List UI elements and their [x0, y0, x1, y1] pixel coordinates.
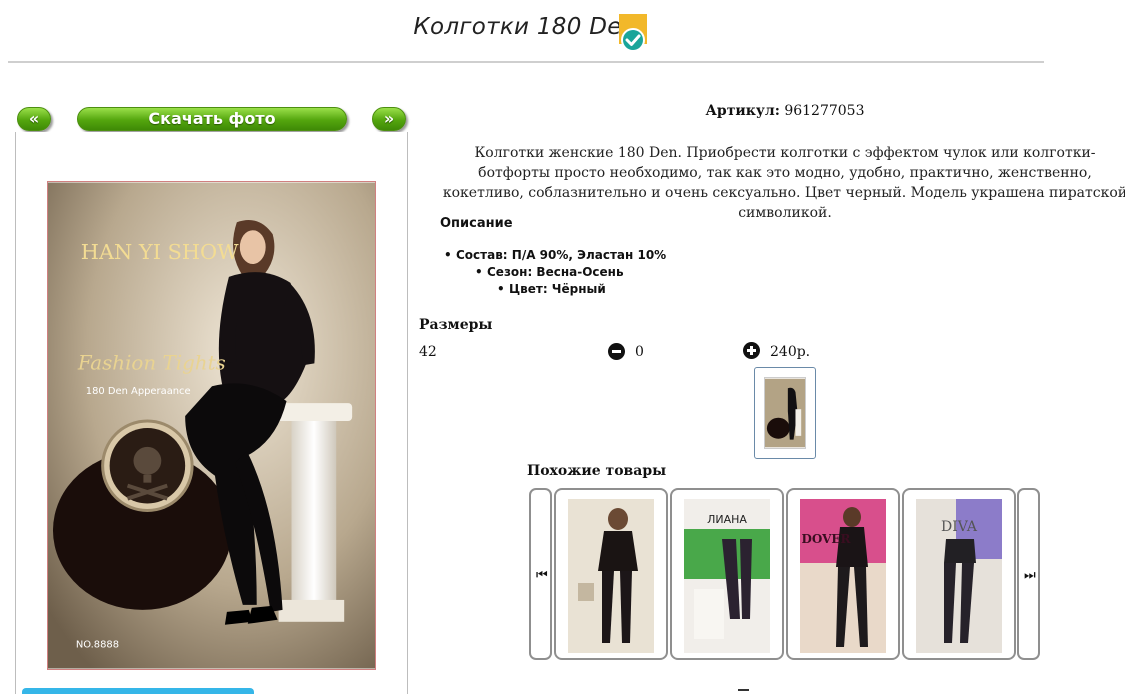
sku-line: Артикул: 961277053 [630, 103, 940, 119]
page-title-wrap: Колготки 180 Den [0, 14, 1050, 40]
spec-season: Сезон: Весна-Осень [475, 265, 624, 279]
sizes-heading: Размеры [419, 317, 493, 333]
spec-color: Цвет: Чёрный [497, 282, 606, 296]
price-value: 240р. [770, 344, 811, 360]
skip-back-icon: ⏮ [536, 568, 548, 583]
page-title: Колготки 180 Den [413, 14, 637, 40]
similar-brand-label: DOVER [801, 532, 851, 546]
size-value: 42 [419, 344, 437, 360]
sku-label: Артикул: [705, 103, 780, 119]
footer-mark [738, 689, 749, 691]
next-photo-button[interactable]: » [372, 107, 406, 131]
photo-tagline: Fashion Tights [77, 351, 226, 374]
increase-quantity-icon[interactable] [743, 342, 760, 359]
similar-product-image [568, 499, 654, 653]
similar-heading: Похожие товары [527, 463, 667, 479]
similar-brand-label: DIVA [941, 519, 978, 535]
similar-product-image: DOVER [800, 499, 886, 653]
photo-brand: HAN YI SHOW [81, 240, 239, 264]
quantity-value: 0 [635, 344, 644, 360]
skip-forward-icon: ⏭ [1024, 568, 1036, 583]
product-description: Колготки женские 180 Den. Приобрести кол… [442, 145, 1125, 221]
title-divider [8, 61, 1044, 63]
thumbnail-image [764, 377, 806, 449]
photo-density: 180 Den Apperaance [86, 386, 191, 397]
similar-product-image: DIVA [916, 499, 1002, 653]
similar-product-card[interactable]: DOVER [786, 488, 900, 660]
similar-product-card[interactable] [554, 488, 668, 660]
prev-photo-button[interactable]: « [17, 107, 51, 131]
bottom-tab-strip[interactable] [22, 688, 254, 694]
decrease-quantity-icon[interactable] [608, 343, 625, 360]
download-photo-button[interactable]: Скачать фото [77, 107, 347, 131]
photo-model-no: NO.8888 [76, 640, 119, 651]
photo-thumbnail[interactable] [754, 367, 816, 459]
product-photo[interactable]: HAN YI SHOW Fashion Tights 180 Den Apper… [47, 181, 376, 670]
carousel-next-button[interactable]: ⏭ [1017, 488, 1040, 660]
similar-product-card[interactable]: DIVA [902, 488, 1016, 660]
carousel-prev-button[interactable]: ⏮ [529, 488, 552, 660]
verified-check-icon [619, 14, 647, 52]
sku-value: 961277053 [784, 103, 865, 119]
spec-composition: Состав: П/А 90%, Эластан 10% [444, 248, 666, 262]
similar-product-card[interactable]: ЛИАНА [670, 488, 784, 660]
similar-brand-label: ЛИАНА [707, 513, 747, 526]
description-heading: Описание [440, 216, 513, 231]
similar-product-image: ЛИАНА [684, 499, 770, 653]
